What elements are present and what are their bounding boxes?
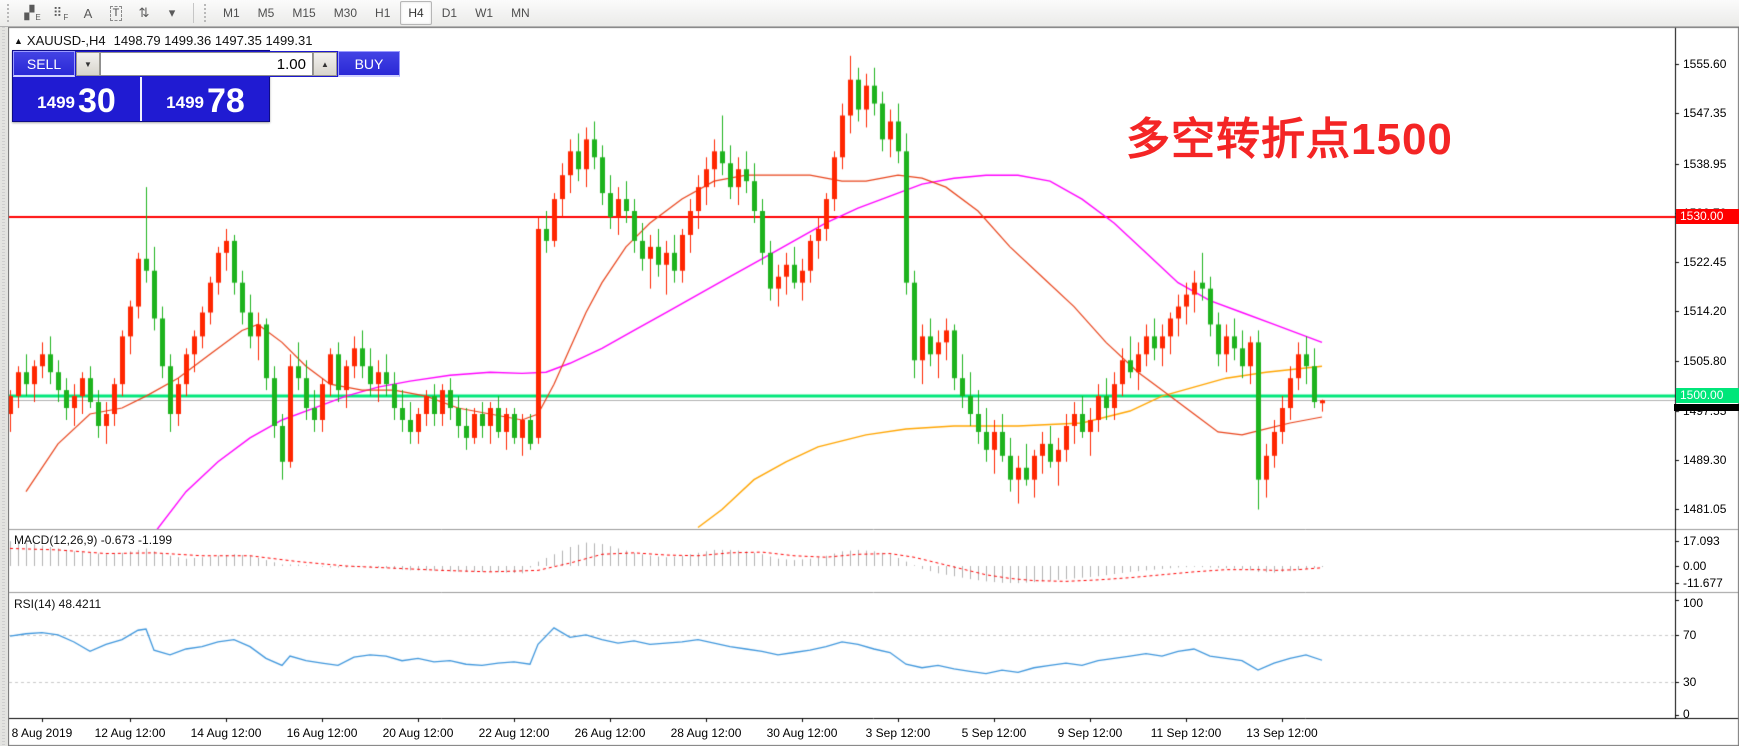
collapse-arrow-icon[interactable]: ▲: [14, 36, 23, 46]
timeframes-group: M1M5M15M30H1H4D1W1MN: [215, 1, 538, 25]
timeframe-button-h4[interactable]: H4: [400, 1, 431, 25]
time-tick-label: 28 Aug 12:00: [671, 726, 742, 740]
volume-input[interactable]: [100, 52, 313, 76]
time-tick-label: 3 Sep 12:00: [866, 726, 931, 740]
buy-price-display[interactable]: 1499 78: [142, 77, 269, 121]
ohlc-values: 1498.79 1499.36 1497.35 1499.31: [114, 33, 313, 48]
price-tick-label: 1522.45: [1683, 255, 1726, 269]
indicators-icon[interactable]: ▞E: [18, 1, 46, 25]
macd-tick-label: 0.00: [1683, 559, 1706, 573]
rsi-tick-label: 30: [1683, 675, 1696, 689]
volume-decrease-button[interactable]: ▼: [76, 52, 100, 76]
time-tick-label: 12 Aug 12:00: [95, 726, 166, 740]
rsi-tick-label: 100: [1683, 596, 1703, 610]
top-toolbar: ▞E⠿FAT⇅▾ M1M5M15M30H1H4D1W1MN: [0, 0, 1739, 27]
timeframe-button-d1[interactable]: D1: [434, 1, 465, 25]
buy-button[interactable]: BUY: [338, 51, 400, 77]
time-tick-label: 8 Aug 2019: [12, 726, 73, 740]
time-tick-label: 16 Aug 12:00: [287, 726, 358, 740]
dropdown-arrow-icon[interactable]: ▾: [158, 1, 186, 25]
rsi-tick-label: 0: [1683, 707, 1690, 721]
sell-button[interactable]: SELL: [13, 51, 75, 77]
timeframe-button-mn[interactable]: MN: [503, 1, 538, 25]
macd-tick-label: -11.677: [1683, 576, 1723, 590]
timeframe-button-m30[interactable]: M30: [326, 1, 365, 25]
price-tick-label: 1505.80: [1683, 354, 1726, 368]
price-tick-label: 1538.95: [1683, 157, 1726, 171]
time-tick-label: 30 Aug 12:00: [767, 726, 838, 740]
bid-price-badge: [1674, 404, 1739, 411]
mt4-terminal: ▞E⠿FAT⇅▾ M1M5M15M30H1H4D1W1MN ▲ XAUUSD-,H…: [0, 0, 1739, 746]
time-tick-label: 13 Sep 12:00: [1246, 726, 1317, 740]
time-tick-label: 22 Aug 12:00: [479, 726, 550, 740]
price-tick-label: 1489.30: [1683, 453, 1726, 467]
buy-price-main: 1499: [166, 88, 204, 118]
timeframe-button-m15[interactable]: M15: [284, 1, 323, 25]
one-click-trading-panel: SELL ▼ ▲ BUY 1499 30 1499 78: [12, 50, 270, 122]
timeframe-button-h1[interactable]: H1: [367, 1, 398, 25]
chart-text-annotation: 多空转折点1500: [1126, 103, 1453, 167]
time-tick-label: 14 Aug 12:00: [191, 726, 262, 740]
volume-increase-button[interactable]: ▲: [313, 52, 337, 76]
rsi-label: RSI(14) 48.4211: [14, 597, 101, 611]
drawing-tools-group: ▞E⠿FAT⇅▾: [18, 1, 186, 25]
buy-price-pips: 78: [207, 84, 245, 118]
macd-tick-label: 17.093: [1683, 534, 1720, 548]
macd-label: MACD(12,26,9) -0.673 -1.199: [14, 533, 172, 547]
chart-title: ▲ XAUUSD-,H4 1498.79 1499.36 1497.35 1499.…: [14, 33, 312, 48]
chart-window: ▲ XAUUSD-,H4 1498.79 1499.36 1497.35 1499.…: [8, 27, 1739, 746]
time-tick-label: 26 Aug 12:00: [575, 726, 646, 740]
time-tick-label: 11 Sep 12:00: [1151, 726, 1222, 740]
timeframe-button-w1[interactable]: W1: [467, 1, 501, 25]
text-label-icon[interactable]: A: [74, 1, 102, 25]
price-tick-label: 1481.05: [1683, 502, 1726, 516]
sell-price-pips: 30: [78, 84, 116, 118]
time-tick-label: 20 Aug 12:00: [383, 726, 454, 740]
rsi-tick-label: 70: [1683, 628, 1696, 642]
sell-price-main: 1499: [37, 88, 75, 118]
timeframe-button-m1[interactable]: M1: [215, 1, 248, 25]
price-tick-label: 1547.35: [1683, 106, 1726, 120]
text-box-icon[interactable]: T: [102, 1, 130, 25]
toolbar-grip-2[interactable]: [204, 4, 210, 22]
sell-price-display[interactable]: 1499 30: [13, 77, 142, 121]
timeframe-button-m5[interactable]: M5: [250, 1, 283, 25]
crosshair-grid-icon[interactable]: ⠿F: [46, 1, 74, 25]
objects-arrows-icon[interactable]: ⇅: [130, 1, 158, 25]
toolbar-grip[interactable]: [7, 4, 13, 22]
price-tick-label: 1514.20: [1683, 304, 1726, 318]
symbol-period-label: XAUUSD-,H4: [27, 33, 106, 48]
time-tick-label: 9 Sep 12:00: [1058, 726, 1123, 740]
price-tick-label: 1555.60: [1683, 57, 1726, 71]
green-line-price-badge: 1500.00: [1676, 388, 1739, 403]
chart-canvas[interactable]: [8, 27, 1739, 746]
toolbar-separator: [193, 3, 194, 23]
time-tick-label: 5 Sep 12:00: [962, 726, 1027, 740]
red-line-price-badge: 1530.00: [1676, 209, 1739, 224]
